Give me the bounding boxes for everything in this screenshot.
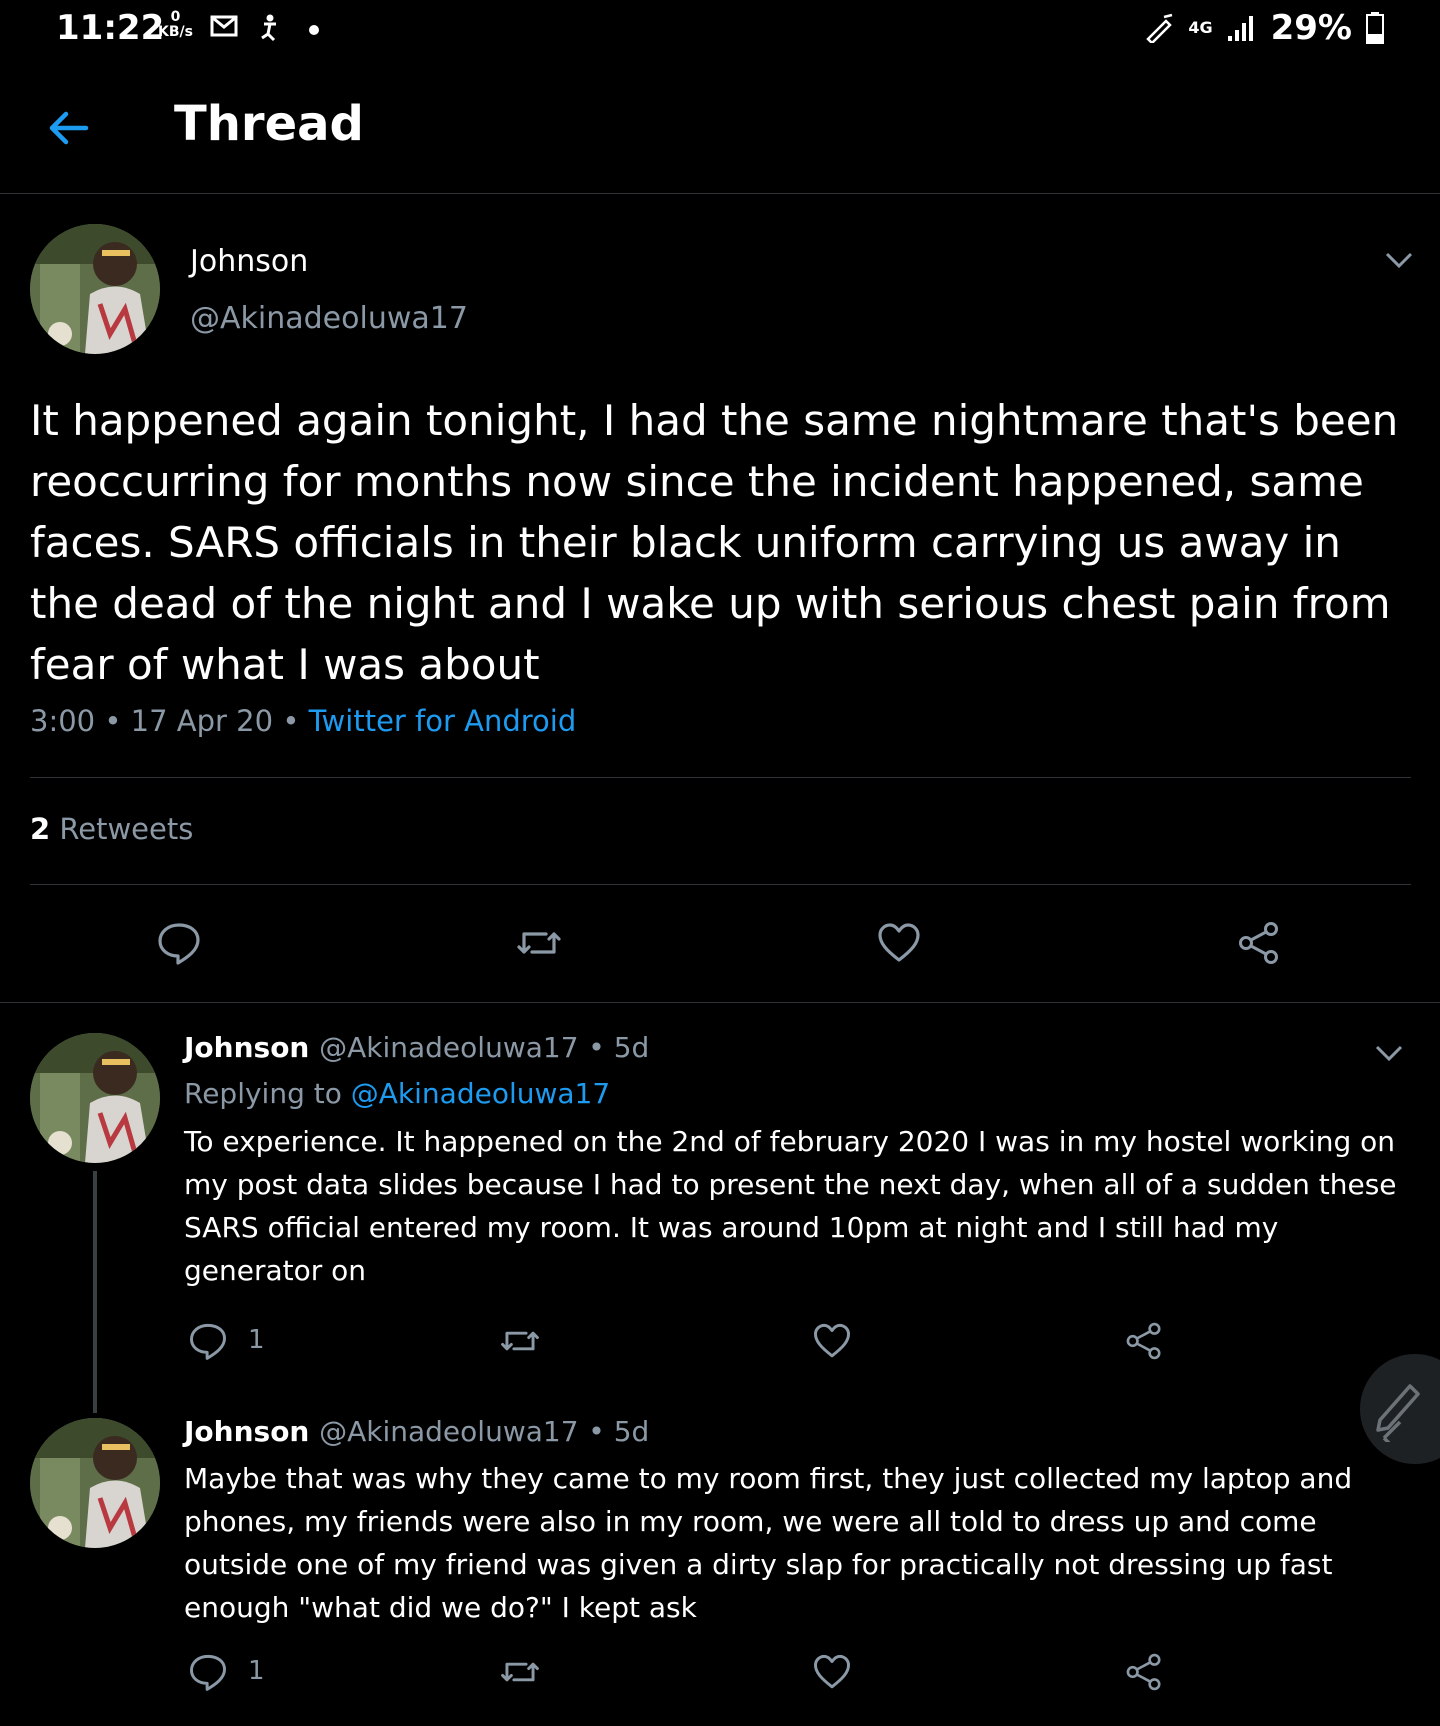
profile-photo [30,1033,160,1163]
author-name[interactable]: Johnson [184,1415,309,1448]
like-icon[interactable] [812,1321,852,1361]
chevron-down-icon[interactable] [1374,1043,1404,1063]
mail-icon [210,15,238,37]
tweet-age: 5d [613,1031,650,1064]
signal-icon [1227,16,1253,41]
tweet-source-link[interactable]: Twitter for Android [309,704,577,738]
reply-icon[interactable] [156,920,202,966]
page-title: Thread [174,96,364,152]
profile-photo [30,224,160,354]
share-icon[interactable] [1124,1652,1164,1692]
retweet-label: Retweets [59,812,194,846]
tweet-date: 17 Apr 20 [130,704,274,738]
reply-icon[interactable] [188,1321,228,1361]
app-header: Thread [0,60,1440,194]
author-name[interactable]: Johnson [190,244,308,279]
author-handle[interactable]: @Akinadeoluwa17 [190,301,468,336]
status-time: 11:22 [56,8,165,48]
author-name[interactable]: Johnson [184,1031,309,1064]
reply-count: 1 [248,1325,265,1355]
share-icon[interactable] [1236,920,1282,966]
battery-level: 29% [1270,8,1352,48]
back-arrow-icon[interactable] [44,104,92,152]
reply-count: 1 [248,1656,265,1686]
divider [0,1002,1440,1003]
tweet-age: 5d [613,1415,650,1448]
like-icon[interactable] [876,920,922,966]
data-saver-icon [1146,13,1173,43]
retweet-icon[interactable] [500,1652,540,1692]
battery-icon [1366,12,1384,44]
tweet-text: It happened again tonight, I had the sam… [30,396,1399,689]
reply-header: Johnson @Akinadeoluwa17 • 5d [184,1031,650,1064]
retweet-stats[interactable]: 2 Retweets [30,812,193,846]
divider [30,777,1411,778]
reply-text: To experience. It happened on the 2nd of… [184,1125,1397,1287]
avatar[interactable] [30,224,160,354]
tweet-meta: 3:00 • 17 Apr 20 • Twitter for Android [30,704,577,738]
reply-text: Maybe that was why they came to my room … [184,1462,1353,1624]
author-handle[interactable]: @Akinadeoluwa17 [319,1031,578,1064]
compose-icon [1376,1384,1420,1442]
retweet-icon[interactable] [500,1321,540,1361]
retweet-icon[interactable] [516,920,562,966]
author-handle[interactable]: @Akinadeoluwa17 [319,1415,578,1448]
reply-icon[interactable] [188,1652,228,1692]
network-speed: 0 KB/s [158,9,193,40]
replying-to-link[interactable]: @Akinadeoluwa17 [351,1077,610,1110]
replying-to: Replying to @Akinadeoluwa17 [184,1077,611,1110]
like-icon[interactable] [812,1652,852,1692]
tweet-time: 3:00 [30,704,96,738]
thread-connector [93,1171,97,1413]
profile-photo [30,1418,160,1548]
status-bar: 11:22 0 KB/s 4G 29% [0,0,1440,60]
divider [30,884,1411,885]
accessibility-icon [261,14,276,42]
notification-dot-icon [309,25,319,35]
compose-button[interactable] [1360,1354,1440,1464]
retweet-count: 2 [30,812,51,846]
share-icon[interactable] [1124,1321,1164,1361]
avatar[interactable] [30,1418,160,1548]
avatar[interactable] [30,1033,160,1163]
chevron-down-icon[interactable] [1384,250,1414,270]
reply-header: Johnson @Akinadeoluwa17 • 5d [184,1415,650,1448]
network-type: 4G [1188,18,1213,37]
